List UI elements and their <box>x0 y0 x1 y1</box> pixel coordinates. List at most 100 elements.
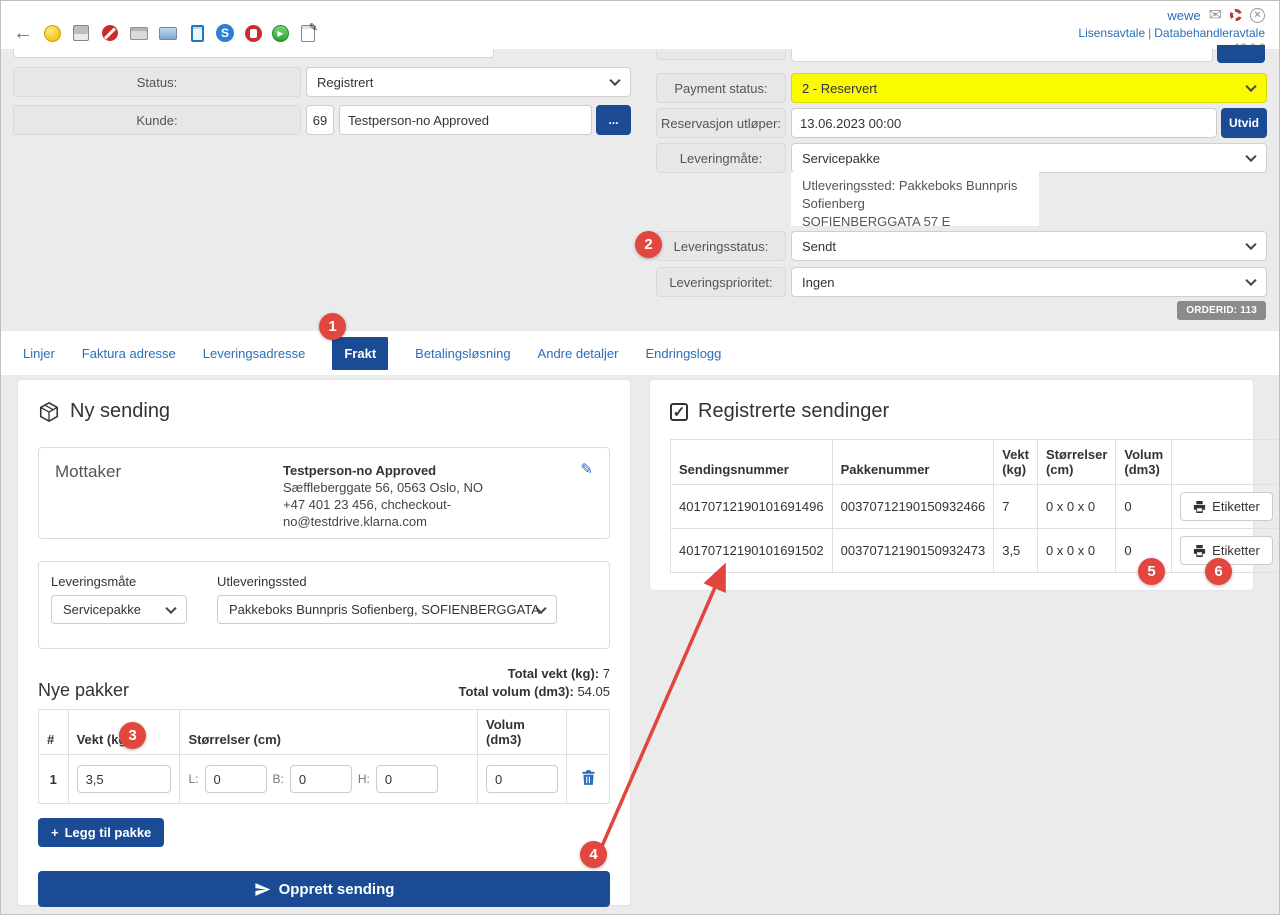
payment-status-select[interactable]: 2 - Reservert <box>791 73 1267 103</box>
pickup-info: Utleveringssted: Pakkeboks Bunnpris Sofi… <box>791 172 1039 226</box>
reservation-row: Reservasjon utløper: Utvid <box>656 108 1267 138</box>
delivery-priority-select[interactable]: Ingen <box>791 267 1267 297</box>
recipient-address: Sæffleberggate 56, 0563 Oslo, NO <box>283 479 538 496</box>
reservation-label: Reservasjon utløper: <box>656 108 786 138</box>
delivery-method-row: Leveringmåte: Servicepakke <box>656 143 1267 173</box>
shipment-weight: 3,5 <box>994 529 1038 573</box>
checked-box-icon: ✓ <box>670 403 688 421</box>
status-label: Status: <box>13 67 301 97</box>
pickup-select[interactable]: Pakkeboks Bunnpris Sofienberg, SOFIENBER… <box>217 595 557 624</box>
new-shipment-title: Ny sending <box>38 400 610 423</box>
shipment-weight: 7 <box>994 485 1038 529</box>
help-lifebuoy-icon[interactable] <box>1230 9 1242 21</box>
package-index: 1 <box>39 755 69 804</box>
annotation-3: 3 <box>119 722 146 749</box>
customer-label: Kunde: <box>13 105 301 135</box>
status-select[interactable]: Registrert <box>306 67 631 97</box>
shipment-size: 0 x 0 x 0 <box>1037 485 1115 529</box>
tab-betalingslosning[interactable]: Betalingsløsning <box>415 346 510 361</box>
col-labels <box>1172 440 1280 485</box>
method-select[interactable]: Servicepakke <box>51 595 187 624</box>
col-size: Størrelser (cm) <box>1037 440 1115 485</box>
tab-andre-detaljer[interactable]: Andre detaljer <box>538 346 619 361</box>
save-icon[interactable] <box>71 23 91 43</box>
tab-frakt[interactable]: Frakt <box>332 337 388 370</box>
packages-title: Nye pakker <box>38 680 129 701</box>
height-label: H: <box>358 772 370 786</box>
printer-icon <box>1193 545 1206 557</box>
delivery-status-row: Leveringsstatus: Sendt <box>656 231 1267 261</box>
package-icon <box>38 401 60 423</box>
method-group: Leveringsmåte Servicepakke <box>51 574 187 636</box>
shipment-row: 40170712190101691502 0037071219015093247… <box>671 529 1280 573</box>
shipment-number: 40170712190101691496 <box>671 485 833 529</box>
annotation-2: 2 <box>635 231 662 258</box>
reservation-input[interactable] <box>791 108 1217 138</box>
back-icon[interactable]: ← <box>13 23 33 43</box>
clipped-label-right <box>656 51 786 60</box>
plus-icon: + <box>51 825 59 840</box>
height-input[interactable] <box>376 765 438 793</box>
order-id-badge: ORDERID: 113 <box>1177 301 1266 320</box>
delivery-priority-row: Leveringsprioritet: Ingen <box>656 267 1267 297</box>
edit-pencil-icon[interactable]: ✎ <box>580 460 593 478</box>
col-size: Størrelser (cm) <box>180 710 478 755</box>
col-package-number: Pakkenummer <box>832 440 994 485</box>
shipment-size: 0 x 0 x 0 <box>1037 529 1115 573</box>
customer-browse-button[interactable]: ... <box>596 105 631 135</box>
weight-input[interactable] <box>77 765 171 793</box>
clipboard-icon[interactable] <box>187 23 207 43</box>
clipped-field-right <box>791 49 1213 62</box>
recipient-box: Mottaker Testperson-no Approved Sæfflebe… <box>38 447 610 539</box>
dpa-link[interactable]: Databehandleravtale <box>1154 26 1265 40</box>
stop-icon[interactable] <box>243 23 263 43</box>
col-shipment-number: Sendingsnummer <box>671 440 833 485</box>
packages-header-row: Nye pakker Total vekt (kg): 7 Total volu… <box>38 665 610 701</box>
notes-icon[interactable]: ✎ <box>298 23 318 43</box>
labels-button[interactable]: Etiketter <box>1180 492 1273 521</box>
block-icon[interactable] <box>100 23 120 43</box>
width-input[interactable] <box>290 765 352 793</box>
image-icon[interactable] <box>158 23 178 43</box>
shipment-row: 40170712190101691496 0037071219015093246… <box>671 485 1280 529</box>
tab-faktura-adresse[interactable]: Faktura adresse <box>82 346 176 361</box>
pickup-group: Utleveringssted Pakkeboks Bunnpris Sofie… <box>217 574 557 636</box>
customer-name-input[interactable] <box>339 105 592 135</box>
create-shipment-button[interactable]: Opprett sending <box>38 871 610 907</box>
tab-endringslogg[interactable]: Endringslogg <box>646 346 722 361</box>
annotation-5: 5 <box>1138 558 1165 585</box>
pickup-label: Utleveringssted <box>217 574 557 589</box>
close-icon[interactable]: × <box>1250 8 1265 23</box>
payment-status-row: Payment status: 2 - Reservert <box>656 73 1267 103</box>
package-number: 00370712190150932466 <box>832 485 994 529</box>
clipped-field-left <box>13 49 494 58</box>
mail-icon[interactable]: ✉ <box>1209 5 1222 25</box>
clipped-button[interactable] <box>1217 45 1265 63</box>
recipient-name: Testperson-no Approved <box>283 462 538 479</box>
col-actions <box>567 710 610 755</box>
ball-icon[interactable] <box>42 23 62 43</box>
play-icon[interactable]: ▶ <box>272 25 289 42</box>
tab-linjer[interactable]: Linjer <box>23 346 55 361</box>
skype-icon[interactable]: S <box>216 24 234 42</box>
package-row: 1 L: B: H: <box>39 755 610 804</box>
legal-links: Lisensavtale|Databehandleravtale <box>1078 26 1265 40</box>
app-header: ← S ▶ ✎ wewe ✉ × Lisensavtale|Databehand… <box>1 1 1279 49</box>
shipment-volume: 0 <box>1116 485 1172 529</box>
recipient-info: Testperson-no Approved Sæffleberggate 56… <box>283 462 538 524</box>
length-input[interactable] <box>205 765 267 793</box>
customer-id-field[interactable]: 69 <box>306 105 334 135</box>
volume-input[interactable] <box>486 765 558 793</box>
shipment-number: 40170712190101691502 <box>671 529 833 573</box>
link-separator: | <box>1148 26 1151 40</box>
extend-button[interactable]: Utvid <box>1221 108 1267 138</box>
license-link[interactable]: Lisensavtale <box>1078 26 1145 40</box>
delivery-method-select[interactable]: Servicepakke <box>791 143 1267 173</box>
delete-package-icon[interactable] <box>582 770 595 785</box>
delivery-status-select[interactable]: Sendt <box>791 231 1267 261</box>
tab-leveringsadresse[interactable]: Leveringsadresse <box>203 346 306 361</box>
print-icon[interactable] <box>129 23 149 43</box>
add-package-button[interactable]: +Legg til pakke <box>38 818 164 847</box>
username-link[interactable]: wewe <box>1167 8 1200 23</box>
registered-title: ✓ Registrerte sendinger <box>670 400 1233 423</box>
